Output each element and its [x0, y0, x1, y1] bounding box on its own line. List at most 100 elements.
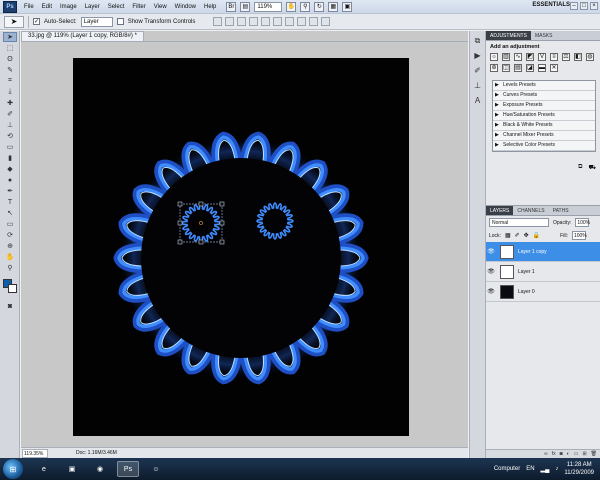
curves-icon[interactable]: ∿ [514, 53, 522, 61]
clone-source-panel-icon[interactable]: ⊥ [472, 80, 483, 91]
lock-position-icon[interactable]: ✥ [524, 232, 529, 239]
path-selection-tool-icon[interactable]: ↖ [3, 208, 17, 218]
maximize-icon[interactable]: □ [580, 2, 588, 10]
photo-filter-icon[interactable]: ◍ [586, 53, 594, 61]
eyedropper-tool-icon[interactable]: ⤓ [3, 87, 17, 97]
layer-row[interactable]: 👁 Layer 1 [486, 262, 600, 282]
background-color-swatch[interactable] [8, 284, 17, 293]
hand-tool-icon[interactable]: ✋ [3, 252, 17, 262]
shape-tool-icon[interactable]: ▭ [3, 219, 17, 229]
preset-channel-mixer[interactable]: Channel Mixer Presets [493, 131, 595, 141]
close-icon[interactable]: × [590, 2, 598, 10]
menu-help[interactable]: Help [200, 0, 220, 14]
menu-select[interactable]: Select [104, 0, 129, 14]
eraser-tool-icon[interactable]: ▭ [3, 142, 17, 152]
preset-exposure[interactable]: Exposure Presets [493, 101, 595, 111]
ie-taskbar-icon[interactable]: e [33, 461, 55, 477]
channel-mixer-icon[interactable]: ⊛ [490, 64, 498, 72]
layer-row[interactable]: 👁 Layer 1 copy [486, 242, 600, 262]
align-right-icon[interactable] [273, 17, 283, 26]
tab-channels[interactable]: CHANNELS [513, 206, 548, 215]
distribute-top-icon[interactable] [285, 17, 295, 26]
quick-selection-tool-icon[interactable]: ✎ [3, 65, 17, 75]
exposure-icon[interactable]: ◩ [526, 53, 534, 61]
auto-align-icon[interactable] [321, 17, 331, 26]
align-left-icon[interactable] [249, 17, 259, 26]
menu-window[interactable]: Window [171, 0, 200, 14]
vibrance-icon[interactable]: V [538, 53, 546, 61]
move-tool-preset-icon[interactable]: ➤ [4, 15, 24, 28]
auto-select-checkbox[interactable]: ✓ [33, 18, 40, 25]
rotate-view-icon[interactable]: ↻ [314, 1, 325, 12]
truck-icon[interactable]: ⛟ [588, 164, 596, 172]
document-tab[interactable]: 33.jpg @ 119% (Layer 1 copy, RGB/8#) * [21, 31, 144, 41]
photoshop-taskbar-icon[interactable]: Ps [117, 461, 139, 477]
invert-icon[interactable]: ◫ [502, 64, 510, 72]
clip-layer-icon[interactable]: ⧉ [578, 164, 582, 172]
zoom-tool-icon[interactable]: ⚲ [3, 263, 17, 273]
fill-field[interactable]: 100% [571, 231, 587, 240]
selective-color-icon[interactable]: ✕ [550, 64, 558, 72]
lock-transparency-icon[interactable]: ▦ [505, 232, 511, 239]
status-zoom-field[interactable]: 119.35% [22, 448, 48, 458]
network-icon[interactable]: ▂▄ [541, 466, 550, 473]
arrange-documents-icon[interactable]: ▦ [328, 1, 339, 12]
3d-rotate-tool-icon[interactable]: ⟳ [3, 230, 17, 240]
menu-file[interactable]: File [20, 0, 38, 14]
preset-black-white[interactable]: Black & White Presets [493, 121, 595, 131]
align-center-icon[interactable] [261, 17, 271, 26]
lock-all-icon[interactable]: 🔒 [533, 232, 540, 239]
new-adjustment-layer-icon[interactable]: ◐ [567, 450, 570, 458]
delete-layer-icon[interactable]: 🗑 [591, 450, 597, 458]
menu-filter[interactable]: Filter [128, 0, 149, 14]
menu-edit[interactable]: Edit [38, 0, 56, 14]
show-transform-checkbox[interactable] [116, 18, 124, 25]
color-swatches[interactable] [3, 279, 17, 295]
opacity-field[interactable]: 100% [575, 218, 590, 227]
menu-layer[interactable]: Layer [81, 0, 104, 14]
blend-mode-dropdown[interactable]: Normal [489, 218, 549, 227]
align-bottom-icon[interactable] [237, 17, 247, 26]
tab-adjustments[interactable]: ADJUSTMENTS [486, 31, 531, 40]
pen-tool-icon[interactable]: ✒ [3, 186, 17, 196]
tab-masks[interactable]: MASKS [531, 31, 557, 40]
preset-curves[interactable]: Curves Presets [493, 91, 595, 101]
explorer-taskbar-icon[interactable]: ▣ [61, 461, 83, 477]
hue-saturation-icon[interactable]: ≡ [550, 53, 558, 61]
add-mask-icon[interactable]: ◙ [560, 450, 563, 458]
mini-bridge-icon[interactable]: ▤ [240, 1, 251, 12]
document-size-info[interactable]: Doc: 1.16M/3.46M [76, 450, 117, 456]
align-top-icon[interactable] [213, 17, 223, 26]
brightness-contrast-icon[interactable]: ☼ [490, 53, 498, 61]
history-brush-tool-icon[interactable]: ⟲ [3, 131, 17, 141]
align-middle-icon[interactable] [225, 17, 235, 26]
dodge-tool-icon[interactable]: ● [3, 175, 17, 185]
layer-style-icon[interactable]: fx [552, 450, 556, 458]
blur-tool-icon[interactable]: ◆ [3, 164, 17, 174]
zoom-level-field[interactable]: 119% [254, 1, 283, 12]
new-layer-icon[interactable]: ⊞ [582, 450, 586, 458]
minimize-icon[interactable]: – [570, 2, 578, 10]
tab-layers[interactable]: LAYERS [486, 206, 514, 215]
tray-computer-label[interactable]: Computer [494, 466, 520, 472]
bridge-icon[interactable]: Br [226, 1, 237, 12]
new-group-icon[interactable]: ▭ [574, 450, 579, 458]
image-canvas[interactable] [73, 58, 409, 436]
lock-image-icon[interactable]: ✐ [515, 232, 520, 239]
preset-selective-color[interactable]: Selective Color Presets [493, 141, 595, 151]
preset-levels[interactable]: Levels Presets [493, 81, 595, 91]
threshold-icon[interactable]: ◪ [526, 64, 534, 72]
menu-view[interactable]: View [150, 0, 171, 14]
menu-image[interactable]: Image [56, 0, 81, 14]
posterize-icon[interactable]: ▤ [514, 64, 522, 72]
color-balance-icon[interactable]: ⚖ [562, 53, 570, 61]
preset-hue-saturation[interactable]: Hue/Saturation Presets [493, 111, 595, 121]
black-white-icon[interactable]: ◧ [574, 53, 582, 61]
messenger-taskbar-icon[interactable]: ☺ [145, 461, 167, 477]
quick-mask-icon[interactable]: ◙ [3, 301, 17, 311]
clone-stamp-tool-icon[interactable]: ⊥ [3, 120, 17, 130]
character-panel-icon[interactable]: A [472, 95, 483, 106]
lasso-tool-icon[interactable]: ʘ [3, 54, 17, 64]
history-panel-icon[interactable]: ⧉ [472, 35, 483, 46]
healing-brush-tool-icon[interactable]: ✚ [3, 98, 17, 108]
